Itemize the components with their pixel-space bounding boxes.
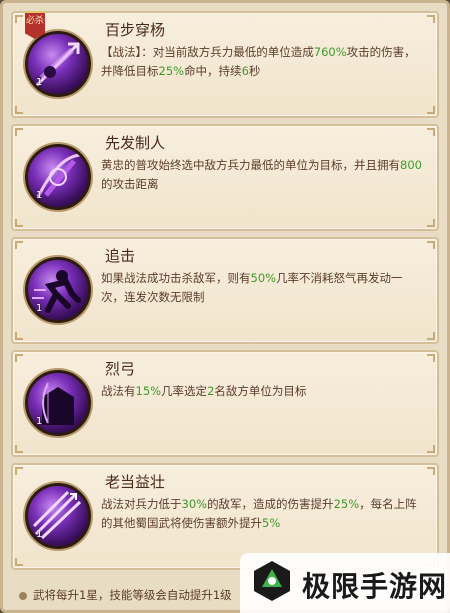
description-text: 黄忠的普攻始终选中敌方兵力最低的单位为目标，并且拥有 [101,158,400,172]
description-text: 的攻击距离 [101,177,159,191]
triple-arrow-icon[interactable]: 1 [25,483,91,549]
corner-ornament [427,445,435,453]
highlight-value: 25% [158,64,185,78]
corner-ornament [15,332,23,340]
corner-ornament [427,219,435,227]
skill-list[interactable]: 1 必杀 百步穿杨 【战法】：对当前敌方兵力最低的单位造成760%攻击的伤害，并… [11,11,439,580]
skill-title: 追击 [105,247,136,265]
skill-description: 【战法】：对当前敌方兵力最低的单位造成760%攻击的伤害，并降低目标25%命中，… [101,43,423,81]
skill-description: 战法对兵力低于30%的敌军，造成的伤害提升25%，每名上阵的其他蜀国武将使伤害额… [101,495,423,533]
running-warrior-icon[interactable]: 1 [25,257,91,323]
skill-description: 黄忠的普攻始终选中敌方兵力最低的单位为目标，并且拥有800 的攻击距离 [101,156,423,194]
skill-card-4[interactable]: 1 烈弓 战法有15%几率选定2名敌方单位为目标 [11,350,439,457]
footer-text: 武将每升1星，技能等级会自动提升1级 [33,588,232,602]
arrow-strike-icon[interactable]: 1 [25,31,91,97]
highlight-value: 760% [313,45,347,59]
skill-title: 烈弓 [105,360,136,378]
highlight-value: 30% [181,497,208,511]
site-watermark: 极限手游网 [240,553,450,613]
description-text: 几率选定 [161,384,208,398]
skill-level: 1 [36,416,43,427]
watermark-text: 极限手游网 [302,570,448,603]
archer-silhouette-icon[interactable]: 1 [25,370,91,436]
corner-ornament [15,558,23,566]
corner-ornament [427,332,435,340]
corner-ornament [15,467,23,475]
highlight-value: 25% [333,497,360,511]
description-text: 战法有 [101,384,136,398]
description-text: 战法对兵力低于 [101,497,182,511]
description-text: 的敌军，造成的伤害提升 [207,497,334,511]
skill-panel: 1 必杀 百步穿杨 【战法】：对当前敌方兵力最低的单位造成760%攻击的伤害，并… [0,0,450,613]
corner-ornament [427,241,435,249]
corner-ornament [15,445,23,453]
skill-description: 如果战法成功击杀敌军，则有50%几率不消耗怒气再发动一次，连发次数无限制 [101,269,423,307]
skill-title: 先发制人 [105,134,166,152]
highlight-value: 50% [250,271,277,285]
watermark-logo-icon [254,561,290,601]
bullet-icon [19,591,27,600]
highlight-value: 800 [400,158,422,172]
corner-ornament [15,219,23,227]
description-text: 【战法】：对当前敌方兵力最低的单位造成 [101,45,314,59]
skill-card-2[interactable]: 1 先发制人 黄忠的普攻始终选中敌方兵力最低的单位为目标，并且拥有800 的攻击距… [11,124,439,231]
corner-ornament [427,354,435,362]
skill-card-3[interactable]: 1 追击 如果战法成功击杀敌军，则有50%几率不消耗怒气再发动一次，连发次数无限… [11,237,439,344]
description-text: 如果战法成功击杀敌军，则有 [101,271,251,285]
skill-level: 1 [36,77,43,88]
highlight-value: 6 [241,64,249,78]
description-text: 命中，持续 [184,64,242,78]
corner-ornament [427,106,435,114]
crosshair-icon[interactable]: 1 [25,144,91,210]
skill-title: 老当益壮 [105,473,166,491]
highlight-value: 15% [135,384,162,398]
skill-description: 战法有15%几率选定2名敌方单位为目标 [101,382,423,401]
description-text: 名敌方单位为目标 [214,384,307,398]
corner-ornament [15,128,23,136]
corner-ornament [427,467,435,475]
corner-ornament [15,241,23,249]
corner-ornament [427,128,435,136]
description-text: 秒 [248,64,261,78]
skill-level: 1 [36,529,43,540]
corner-ornament [15,15,23,23]
highlight-value: 5% [262,516,281,530]
corner-ornament [427,15,435,23]
ultimate-badge: 必杀 [25,11,45,39]
skill-level: 1 [36,303,43,314]
skill-card-1[interactable]: 1 必杀 百步穿杨 【战法】：对当前敌方兵力最低的单位造成760%攻击的伤害，并… [11,11,439,118]
skill-title: 百步穿杨 [105,21,166,39]
skill-level: 1 [36,190,43,201]
corner-ornament [15,106,23,114]
corner-ornament [15,354,23,362]
